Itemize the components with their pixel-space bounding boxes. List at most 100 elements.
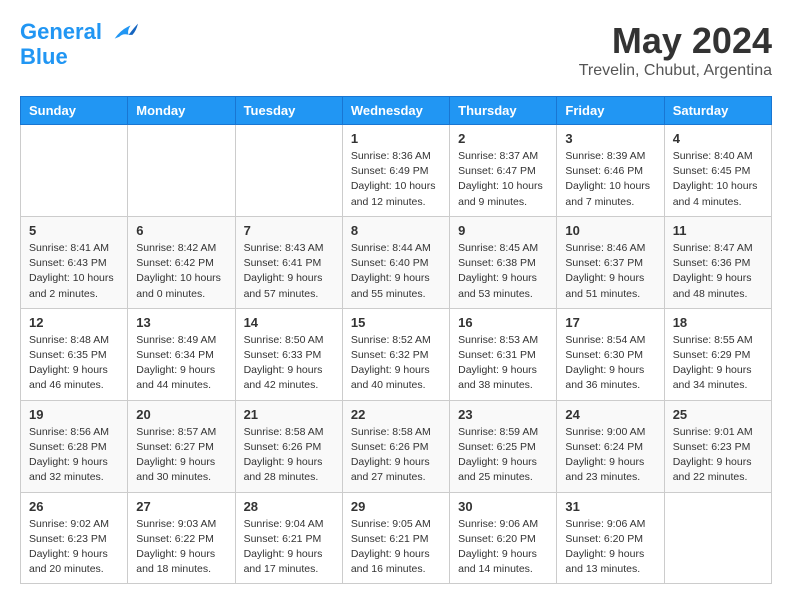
day-number: 18 [673, 315, 763, 330]
day-info: Sunrise: 9:05 AM Sunset: 6:21 PM Dayligh… [351, 517, 441, 578]
day-number: 13 [136, 315, 226, 330]
day-info: Sunrise: 8:55 AM Sunset: 6:29 PM Dayligh… [673, 333, 763, 394]
day-number: 29 [351, 499, 441, 514]
day-info: Sunrise: 8:57 AM Sunset: 6:27 PM Dayligh… [136, 425, 226, 486]
calendar-cell: 18 Sunrise: 8:55 AM Sunset: 6:29 PM Dayli… [664, 308, 771, 400]
logo-bird-icon [110, 21, 138, 45]
day-number: 2 [458, 131, 548, 146]
day-info: Sunrise: 8:52 AM Sunset: 6:32 PM Dayligh… [351, 333, 441, 394]
calendar-cell: 7 Sunrise: 8:43 AM Sunset: 6:41 PM Daylig… [235, 216, 342, 308]
day-info: Sunrise: 8:46 AM Sunset: 6:37 PM Dayligh… [565, 241, 655, 302]
day-info: Sunrise: 8:42 AM Sunset: 6:42 PM Dayligh… [136, 241, 226, 302]
day-number: 14 [244, 315, 334, 330]
logo: General Blue [20, 20, 138, 69]
calendar-cell: 19 Sunrise: 8:56 AM Sunset: 6:28 PM Dayli… [21, 400, 128, 492]
day-info: Sunrise: 9:06 AM Sunset: 6:20 PM Dayligh… [458, 517, 548, 578]
day-number: 21 [244, 407, 334, 422]
day-info: Sunrise: 8:47 AM Sunset: 6:36 PM Dayligh… [673, 241, 763, 302]
month-title: May 2024 [579, 20, 772, 62]
calendar-cell: 12 Sunrise: 8:48 AM Sunset: 6:35 PM Dayli… [21, 308, 128, 400]
day-number: 22 [351, 407, 441, 422]
calendar-cell: 29 Sunrise: 9:05 AM Sunset: 6:21 PM Dayli… [342, 492, 449, 584]
day-number: 1 [351, 131, 441, 146]
calendar-cell: 1 Sunrise: 8:36 AM Sunset: 6:49 PM Daylig… [342, 125, 449, 217]
calendar-cell: 9Sunrise: 8:45 AM Sunset: 6:38 PM Daylig… [450, 216, 557, 308]
day-number: 23 [458, 407, 548, 422]
day-number: 11 [673, 223, 763, 238]
day-info: Sunrise: 8:36 AM Sunset: 6:49 PM Dayligh… [351, 149, 441, 210]
day-info: Sunrise: 8:58 AM Sunset: 6:26 PM Dayligh… [351, 425, 441, 486]
day-number: 31 [565, 499, 655, 514]
day-info: Sunrise: 9:06 AM Sunset: 6:20 PM Dayligh… [565, 517, 655, 578]
weekday-header-friday: Friday [557, 97, 664, 125]
calendar-table: SundayMondayTuesdayWednesdayThursdayFrid… [20, 96, 772, 584]
logo-blue-text: Blue [20, 45, 138, 69]
header-row: SundayMondayTuesdayWednesdayThursdayFrid… [21, 97, 772, 125]
calendar-cell: 20Sunrise: 8:57 AM Sunset: 6:27 PM Dayli… [128, 400, 235, 492]
day-number: 16 [458, 315, 548, 330]
title-block: May 2024 Trevelin, Chubut, Argentina [579, 20, 772, 80]
day-number: 3 [565, 131, 655, 146]
calendar-cell [664, 492, 771, 584]
day-number: 7 [244, 223, 334, 238]
day-info: Sunrise: 9:02 AM Sunset: 6:23 PM Dayligh… [29, 517, 119, 578]
calendar-week-2: 5 Sunrise: 8:41 AM Sunset: 6:43 PM Daylig… [21, 216, 772, 308]
day-info: Sunrise: 8:39 AM Sunset: 6:46 PM Dayligh… [565, 149, 655, 210]
day-info: Sunrise: 8:56 AM Sunset: 6:28 PM Dayligh… [29, 425, 119, 486]
weekday-header-tuesday: Tuesday [235, 97, 342, 125]
calendar-cell: 15 Sunrise: 8:52 AM Sunset: 6:32 PM Dayli… [342, 308, 449, 400]
calendar-week-1: 1 Sunrise: 8:36 AM Sunset: 6:49 PM Daylig… [21, 125, 772, 217]
day-number: 15 [351, 315, 441, 330]
day-info: Sunrise: 8:49 AM Sunset: 6:34 PM Dayligh… [136, 333, 226, 394]
calendar-cell: 10 Sunrise: 8:46 AM Sunset: 6:37 PM Dayli… [557, 216, 664, 308]
day-info: Sunrise: 8:43 AM Sunset: 6:41 PM Dayligh… [244, 241, 334, 302]
calendar-cell: 11 Sunrise: 8:47 AM Sunset: 6:36 PM Dayli… [664, 216, 771, 308]
calendar-cell: 4Sunrise: 8:40 AM Sunset: 6:45 PM Daylig… [664, 125, 771, 217]
weekday-header-monday: Monday [128, 97, 235, 125]
day-info: Sunrise: 8:40 AM Sunset: 6:45 PM Dayligh… [673, 149, 763, 210]
day-number: 6 [136, 223, 226, 238]
calendar-cell: 3 Sunrise: 8:39 AM Sunset: 6:46 PM Daylig… [557, 125, 664, 217]
day-number: 27 [136, 499, 226, 514]
day-number: 25 [673, 407, 763, 422]
day-number: 17 [565, 315, 655, 330]
day-info: Sunrise: 8:58 AM Sunset: 6:26 PM Dayligh… [244, 425, 334, 486]
logo-text: General [20, 20, 138, 45]
calendar-cell: 8 Sunrise: 8:44 AM Sunset: 6:40 PM Daylig… [342, 216, 449, 308]
calendar-week-3: 12 Sunrise: 8:48 AM Sunset: 6:35 PM Dayli… [21, 308, 772, 400]
day-info: Sunrise: 9:03 AM Sunset: 6:22 PM Dayligh… [136, 517, 226, 578]
day-number: 19 [29, 407, 119, 422]
calendar-cell [128, 125, 235, 217]
calendar-week-5: 26Sunrise: 9:02 AM Sunset: 6:23 PM Dayli… [21, 492, 772, 584]
day-number: 12 [29, 315, 119, 330]
calendar-cell: 13 Sunrise: 8:49 AM Sunset: 6:34 PM Dayli… [128, 308, 235, 400]
day-number: 9 [458, 223, 548, 238]
day-info: Sunrise: 8:37 AM Sunset: 6:47 PM Dayligh… [458, 149, 548, 210]
page-header: General Blue May 2024 Trevelin, Chubut, … [20, 20, 772, 80]
day-number: 5 [29, 223, 119, 238]
day-info: Sunrise: 8:59 AM Sunset: 6:25 PM Dayligh… [458, 425, 548, 486]
day-info: Sunrise: 8:54 AM Sunset: 6:30 PM Dayligh… [565, 333, 655, 394]
calendar-cell: 16 Sunrise: 8:53 AM Sunset: 6:31 PM Dayli… [450, 308, 557, 400]
day-info: Sunrise: 8:41 AM Sunset: 6:43 PM Dayligh… [29, 241, 119, 302]
day-number: 10 [565, 223, 655, 238]
calendar-cell: 2 Sunrise: 8:37 AM Sunset: 6:47 PM Daylig… [450, 125, 557, 217]
calendar-cell: 21 Sunrise: 8:58 AM Sunset: 6:26 PM Dayli… [235, 400, 342, 492]
day-info: Sunrise: 9:04 AM Sunset: 6:21 PM Dayligh… [244, 517, 334, 578]
day-info: Sunrise: 8:44 AM Sunset: 6:40 PM Dayligh… [351, 241, 441, 302]
day-number: 8 [351, 223, 441, 238]
day-info: Sunrise: 8:50 AM Sunset: 6:33 PM Dayligh… [244, 333, 334, 394]
calendar-cell: 25 Sunrise: 9:01 AM Sunset: 6:23 PM Dayli… [664, 400, 771, 492]
day-info: Sunrise: 9:01 AM Sunset: 6:23 PM Dayligh… [673, 425, 763, 486]
calendar-cell: 5 Sunrise: 8:41 AM Sunset: 6:43 PM Daylig… [21, 216, 128, 308]
day-info: Sunrise: 8:48 AM Sunset: 6:35 PM Dayligh… [29, 333, 119, 394]
weekday-header-thursday: Thursday [450, 97, 557, 125]
calendar-cell: 27 Sunrise: 9:03 AM Sunset: 6:22 PM Dayli… [128, 492, 235, 584]
weekday-header-sunday: Sunday [21, 97, 128, 125]
day-info: Sunrise: 8:53 AM Sunset: 6:31 PM Dayligh… [458, 333, 548, 394]
calendar-cell: 6 Sunrise: 8:42 AM Sunset: 6:42 PM Daylig… [128, 216, 235, 308]
location-title: Trevelin, Chubut, Argentina [579, 62, 772, 80]
calendar-cell [21, 125, 128, 217]
day-number: 30 [458, 499, 548, 514]
calendar-cell: 22 Sunrise: 8:58 AM Sunset: 6:26 PM Dayli… [342, 400, 449, 492]
